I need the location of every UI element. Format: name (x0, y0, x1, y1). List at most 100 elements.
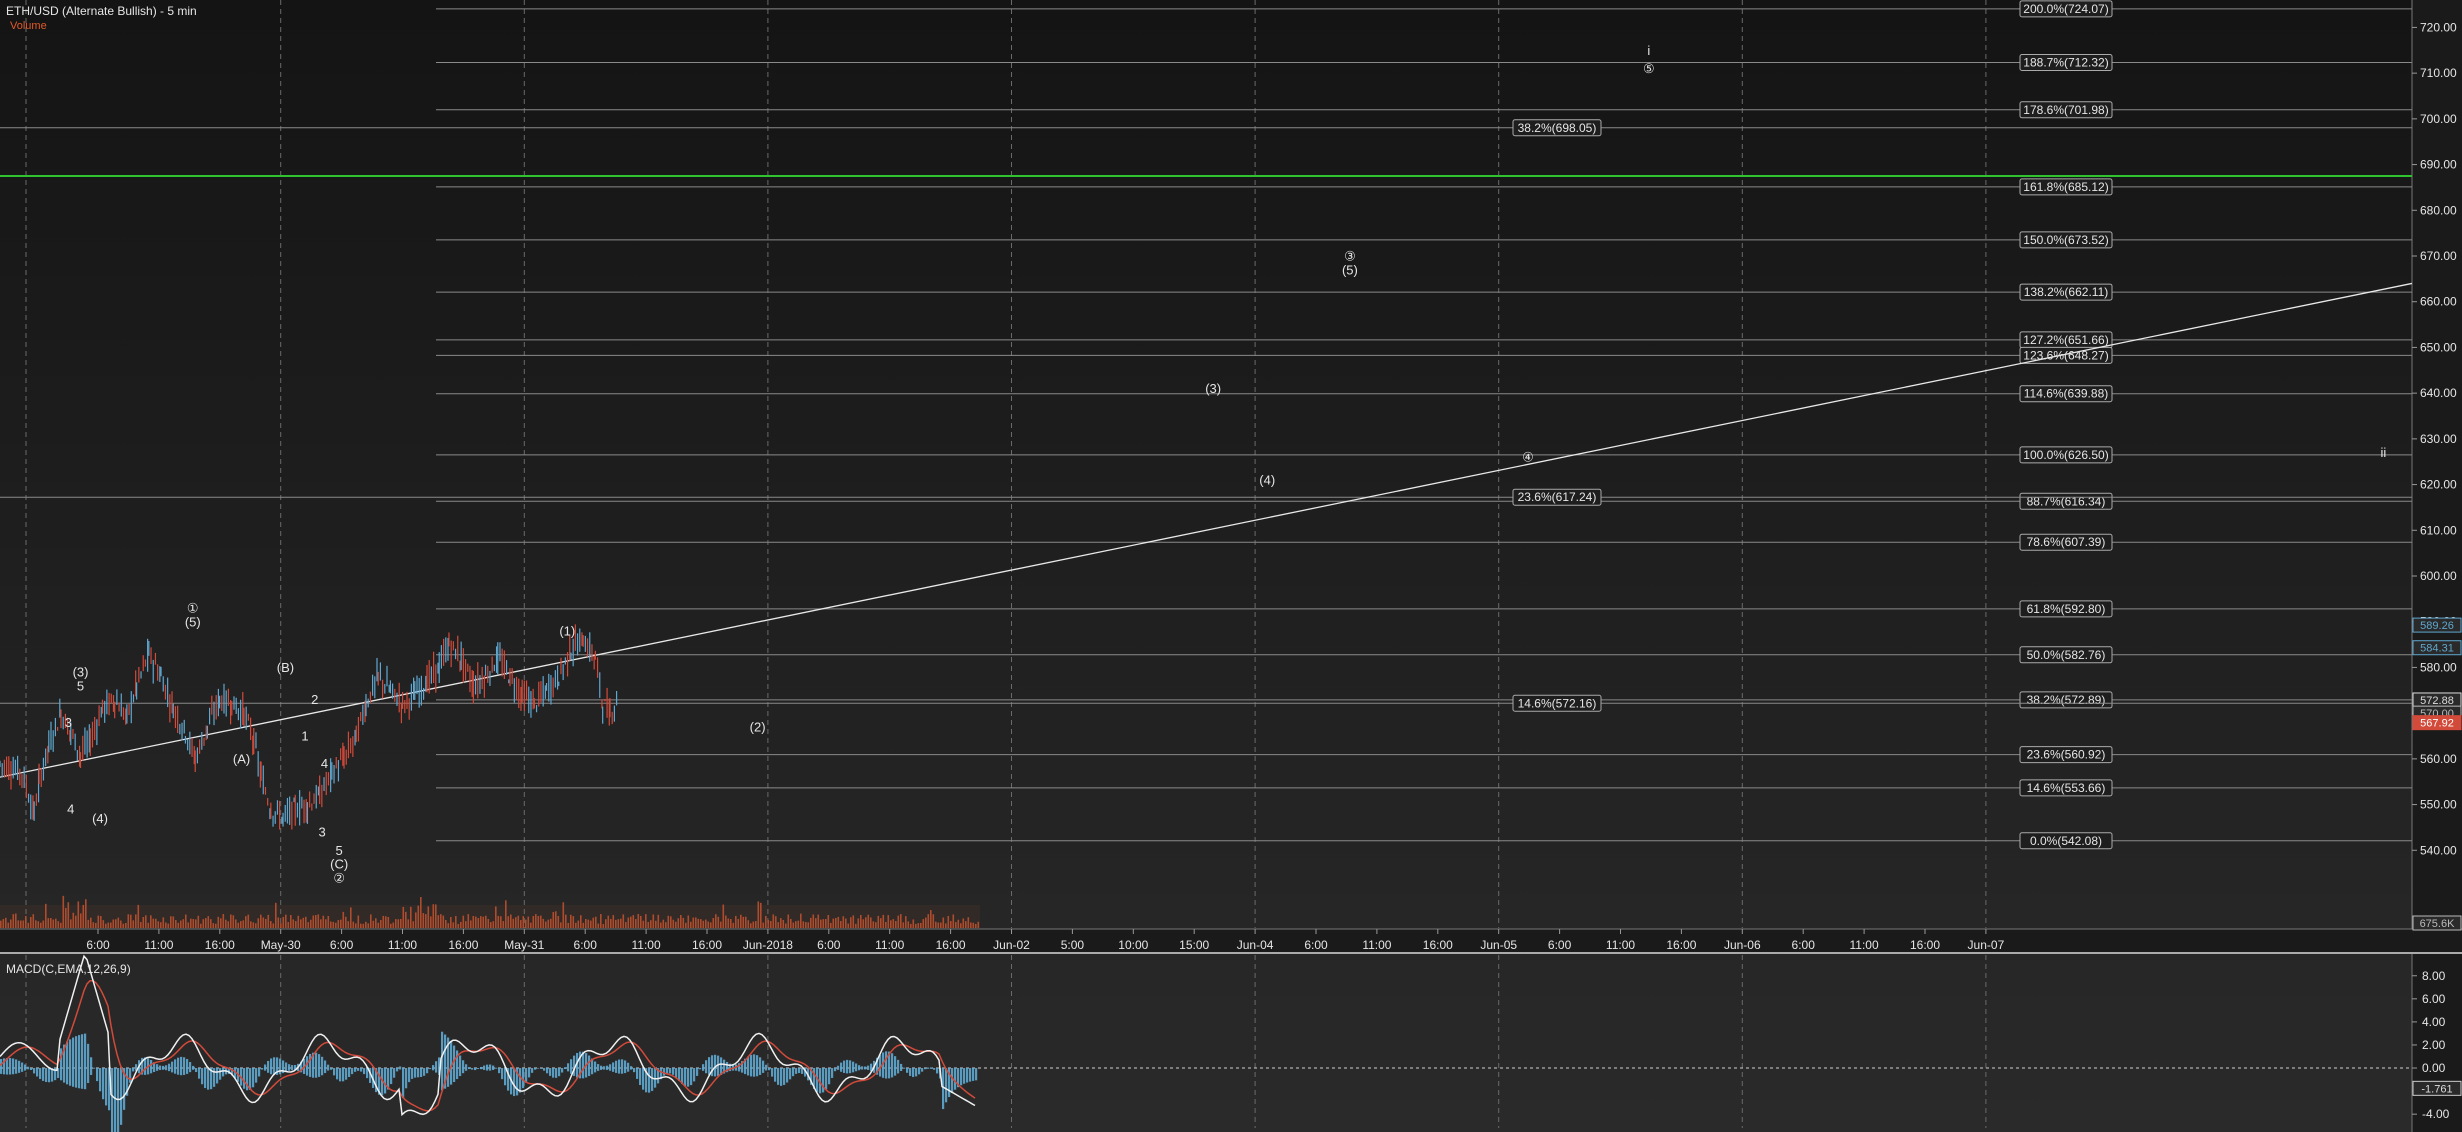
macd-histogram-bar (279, 1058, 282, 1075)
macd-histogram-bar (774, 1068, 777, 1082)
macd-histogram-bar (339, 1068, 342, 1082)
macd-histogram-bar (519, 1068, 522, 1093)
price-tick-label: 630.00 (2420, 432, 2457, 446)
time-tick-label: 11:00 (1362, 938, 1391, 952)
wave-label: (B) (277, 660, 294, 675)
price-tag-label: 572.88 (2420, 695, 2454, 707)
macd-histogram-bar (219, 1068, 222, 1080)
price-tick-label: 700.00 (2420, 112, 2457, 126)
time-tick-label: 11:00 (632, 938, 661, 952)
macd-histogram-bar (789, 1068, 792, 1080)
macd-histogram-bar (132, 1068, 135, 1072)
macd-histogram-bar (936, 1068, 939, 1074)
time-tick-label: 6:00 (86, 938, 110, 952)
macd-histogram-bar (216, 1068, 219, 1084)
fib-level-label: 14.6%(553.66) (2027, 781, 2106, 795)
macd-histogram-bar (321, 1056, 324, 1076)
macd-histogram-bar (963, 1068, 966, 1084)
fib-level-label: 161.8%(685.12) (2023, 180, 2108, 194)
macd-histogram-bar (465, 1064, 468, 1071)
macd-histogram-bar (528, 1068, 531, 1078)
macd-histogram-bar (270, 1058, 273, 1075)
macd-tag-label: -1.761 (2421, 1083, 2452, 1095)
macd-histogram-bar (642, 1068, 645, 1090)
time-tick-label: 6:00 (1304, 938, 1328, 952)
macd-histogram-bar (624, 1060, 627, 1074)
macd-histogram-bar (912, 1068, 915, 1078)
macd-histogram-bar (18, 1060, 21, 1073)
time-tick-label: 16:00 (205, 938, 235, 952)
macd-histogram-bar (9, 1057, 12, 1075)
macd-histogram-bar (129, 1068, 132, 1083)
macd-histogram-bar (903, 1067, 906, 1069)
macd-histogram-bar (708, 1057, 711, 1076)
time-tick-label: 11:00 (388, 938, 417, 952)
macd-histogram-bar (855, 1063, 858, 1072)
macd-histogram-bar (120, 1068, 123, 1125)
macd-histogram-bar (336, 1068, 339, 1080)
macd-histogram-bar (324, 1060, 327, 1074)
wave-label: (3) (1205, 381, 1221, 396)
chart-background (0, 0, 2462, 1132)
macd-histogram-bar (801, 1068, 804, 1074)
macd-histogram-bar (954, 1068, 957, 1090)
wave-label: ⑤ (1643, 61, 1655, 76)
macd-histogram-bar (699, 1068, 702, 1070)
wave-label: 2 (311, 692, 318, 707)
price-tag-label: 584.31 (2420, 643, 2454, 655)
macd-histogram-bar (399, 1066, 402, 1070)
macd-histogram-bar (78, 1035, 81, 1089)
price-tick-label: 560.00 (2420, 752, 2457, 766)
macd-histogram-bar (621, 1059, 624, 1074)
macd-histogram-bar (597, 1064, 600, 1071)
macd-histogram-bar (396, 1068, 399, 1072)
macd-histogram-bar (537, 1067, 540, 1069)
price-tick-label: 580.00 (2420, 660, 2457, 674)
time-tick-label: Jun-02 (993, 938, 1030, 952)
macd-histogram-bar (777, 1068, 780, 1085)
macd-histogram-bar (534, 1068, 537, 1070)
macd-histogram-bar (753, 1054, 756, 1077)
macd-histogram-bar (30, 1068, 33, 1071)
time-tick-label: 6:00 (1548, 938, 1572, 952)
fib-level-label: 0.0%(542.08) (2030, 834, 2102, 848)
macd-histogram-bar (390, 1068, 393, 1085)
time-tick-label: 16:00 (1910, 938, 1940, 952)
macd-histogram-bar (798, 1068, 801, 1074)
price-chart[interactable]: 6:00 11:00 16:00 May-30 6:00 11:00 16:00 May-31… (0, 0, 2462, 1132)
macd-histogram-bar (927, 1067, 930, 1069)
macd-histogram-bar (900, 1063, 903, 1072)
macd-histogram-bar (540, 1068, 543, 1069)
price-tag-label: 589.26 (2420, 620, 2454, 632)
macd-histogram-bar (600, 1065, 603, 1070)
time-tick-label: 11:00 (144, 938, 173, 952)
macd-histogram-bar (834, 1068, 837, 1072)
macd-histogram-bar (486, 1064, 489, 1071)
macd-histogram-bar (351, 1068, 354, 1075)
macd-histogram-bar (582, 1051, 585, 1079)
macd-histogram-bar (567, 1063, 570, 1072)
macd-histogram-bar (525, 1068, 528, 1083)
fib-level-label: 50.0%(582.76) (2027, 648, 2106, 662)
macd-histogram-bar (960, 1068, 963, 1086)
macd-histogram-bar (72, 1037, 75, 1087)
macd-histogram-bar (696, 1068, 699, 1076)
macd-histogram-bar (687, 1068, 690, 1087)
macd-histogram-bar (459, 1055, 462, 1077)
volume-label: Volume (10, 20, 47, 32)
macd-histogram-bar (606, 1065, 609, 1070)
macd-histogram-bar (69, 1039, 72, 1086)
mid-fib-label: 23.6%(617.24) (1518, 490, 1597, 504)
price-tick-label: 600.00 (2420, 569, 2457, 583)
macd-histogram-bar (792, 1068, 795, 1077)
macd-histogram-bar (360, 1068, 363, 1072)
macd-histogram-bar (165, 1065, 168, 1071)
wave-label: i (1647, 43, 1650, 58)
macd-histogram-bar (318, 1054, 321, 1077)
macd-histogram-bar (693, 1068, 696, 1082)
time-tick-label: 16:00 (1666, 938, 1696, 952)
time-tick-label: 10:00 (1118, 938, 1148, 952)
time-tick-label: Jun-07 (1968, 938, 2005, 952)
macd-histogram-bar (702, 1064, 705, 1071)
macd-histogram-bar (513, 1068, 516, 1097)
